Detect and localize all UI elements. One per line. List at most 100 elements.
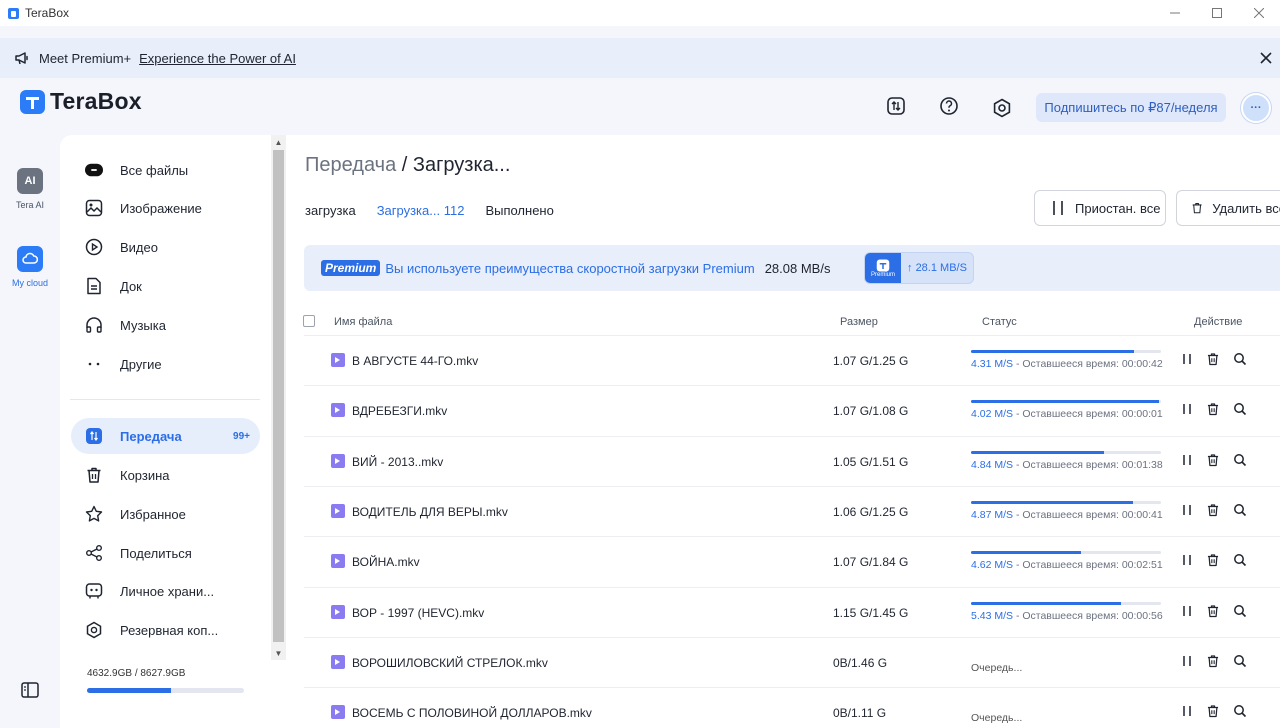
megaphone-icon	[15, 52, 28, 65]
sidebar-item-backup[interactable]: Резервная коп...	[71, 612, 261, 648]
delete-icon[interactable]	[1206, 604, 1220, 618]
table-row[interactable]: ВОРОШИЛОВСКИЙ СТРЕЛОК.mkv 0B/1.46 G Очер…	[304, 636, 1280, 687]
table-row[interactable]: ВДРЕБЕЗГИ.mkv 1.07 G/1.08 G 4.02 M/S - О…	[304, 385, 1280, 435]
sidebar-item-video[interactable]: Видео	[71, 229, 261, 265]
remaining-time: - Оставшееся время: 00:02:51	[1013, 559, 1163, 572]
file-name: ВОЙНА.mkv	[352, 555, 420, 570]
sidebar-item-all-files[interactable]: Все файлы	[71, 152, 261, 188]
pause-icon[interactable]	[1180, 453, 1194, 467]
pause-icon[interactable]	[1180, 654, 1194, 668]
pause-icon[interactable]	[1180, 352, 1194, 366]
banner-close-icon[interactable]	[1258, 50, 1274, 66]
rail-tera-ai[interactable]: AI Tera AI	[0, 168, 60, 210]
locate-search-icon[interactable]	[1233, 704, 1247, 718]
scroll-down-arrow-icon[interactable]: ▼	[271, 646, 286, 660]
breadcrumb-current: Загрузка...	[412, 154, 511, 176]
delete-icon[interactable]	[1206, 402, 1220, 416]
subscribe-button[interactable]: Подпишитесь по ₽87/неделя	[1036, 93, 1226, 122]
file-size: 1.07 G/1.84 G	[833, 555, 909, 570]
sidebar-item-share[interactable]: Поделиться	[71, 535, 261, 571]
pause-all-button[interactable]: Приостан. все	[1034, 190, 1166, 226]
file-size: 1.07 G/1.25 G	[833, 354, 909, 368]
tab-completed[interactable]: Выполнено	[485, 203, 553, 218]
sidebar-item-label: Корзина	[120, 467, 170, 483]
table-row[interactable]: ВОДИТЕЛЬ ДЛЯ ВЕРЫ.mkv 1.06 G/1.25 G 4.87…	[304, 485, 1280, 536]
locate-search-icon[interactable]	[1233, 453, 1247, 467]
image-icon	[85, 199, 103, 217]
scroll-up-arrow-icon[interactable]: ▲	[271, 135, 286, 149]
pause-icon[interactable]	[1180, 553, 1194, 567]
download-speed: 4.84 M/S	[971, 458, 1014, 471]
rail-my-cloud[interactable]: My cloud	[0, 246, 60, 288]
breadcrumb-parent[interactable]: Передача	[305, 154, 396, 176]
sidebar-item-vault[interactable]: Личное храни...	[71, 573, 261, 609]
download-progress-fill	[971, 500, 1133, 504]
delete-icon[interactable]	[1206, 352, 1220, 366]
sidebar-toggle-icon[interactable]	[21, 682, 39, 698]
sidebar-item-favorites[interactable]: Избранное	[71, 496, 261, 532]
pause-icon[interactable]	[1180, 402, 1194, 416]
file-name: ВОСЕМЬ С ПОЛОВИНОЙ ДОЛЛАРОВ.mkv	[352, 706, 592, 721]
delete-all-button[interactable]: Удалить все	[1176, 190, 1280, 226]
locate-search-icon[interactable]	[1233, 352, 1247, 366]
sidebar-item-label: Видео	[120, 239, 158, 255]
delete-icon[interactable]	[1206, 503, 1220, 517]
download-progress-bar	[971, 350, 1161, 353]
locate-search-icon[interactable]	[1233, 654, 1247, 668]
locate-search-icon[interactable]	[1233, 402, 1247, 416]
remaining-time: - Оставшееся время: 00:01:38	[1013, 458, 1163, 471]
banner-link[interactable]: Experience the Power of AI	[139, 51, 296, 66]
sidebar-item-other[interactable]: Другие	[71, 346, 261, 382]
vault-icon	[85, 582, 103, 600]
help-icon[interactable]	[939, 96, 959, 116]
delete-icon[interactable]	[1206, 654, 1220, 668]
minimize-button[interactable]	[1154, 0, 1196, 26]
download-progress-bar	[971, 450, 1161, 454]
select-all-checkbox[interactable]	[303, 315, 315, 327]
delete-icon[interactable]	[1206, 704, 1220, 718]
scroll-thumb[interactable]	[273, 150, 284, 642]
avatar[interactable]: ···	[1241, 93, 1271, 123]
delete-icon[interactable]	[1206, 553, 1220, 567]
transfer-count-badge: 99+	[233, 430, 250, 442]
locate-search-icon[interactable]	[1233, 503, 1247, 517]
terabox-logo[interactable]: TeraBox	[19, 88, 142, 115]
sidebar-scrollbar[interactable]: ▲ ▼	[271, 135, 286, 660]
table-row[interactable]: ВОР - 1997 (HEVC).mkv 1.15 G/1.45 G 5.43…	[304, 586, 1280, 637]
table-row[interactable]: В АВГУСТЕ 44-ГО.mkv 1.07 G/1.25 G 4.31 M…	[304, 335, 1280, 385]
cloud-icon	[17, 246, 43, 272]
sidebar-item-images[interactable]: Изображение	[71, 190, 261, 226]
tab-downloading[interactable]: Загрузка... 112	[377, 203, 465, 218]
table-row[interactable]: ВОСЕМЬ С ПОЛОВИНОЙ ДОЛЛАРОВ.mkv 0B/1.11 …	[304, 687, 1280, 728]
sidebar-item-music[interactable]: Музыка	[71, 307, 261, 343]
storage-progress-bar	[87, 688, 244, 693]
maximize-button[interactable]	[1196, 0, 1238, 26]
trash-icon	[1192, 203, 1202, 214]
sidebar-item-transfer[interactable]: Передача 99+	[71, 418, 260, 454]
table-row[interactable]: ВОЙНА.mkv 1.07 G/1.84 G 4.62 M/S - Остав…	[304, 536, 1280, 586]
premium-speed-text: Вы используете преимущества скоростной з…	[385, 260, 755, 276]
sidebar-item-trash[interactable]: Корзина	[71, 457, 261, 493]
pause-icon[interactable]	[1180, 503, 1194, 517]
total-speed: 28.08 MB/s	[764, 260, 831, 276]
speed-pill[interactable]: Premium ↑ 28.1 MB/S	[864, 252, 974, 284]
delete-icon[interactable]	[1206, 453, 1220, 467]
headphones-icon	[85, 316, 103, 334]
sidebar-item-docs[interactable]: Док	[71, 268, 261, 304]
transfer-header-icon[interactable]	[886, 96, 906, 116]
sidebar-item-label: Поделиться	[120, 545, 192, 561]
banner-text: Meet Premium+	[39, 50, 132, 66]
pause-icon[interactable]	[1180, 704, 1194, 718]
settings-icon[interactable]	[992, 98, 1012, 118]
table-row[interactable]: ВИЙ - 2013..mkv 1.05 G/1.51 G 4.84 M/S -…	[304, 435, 1280, 486]
download-speed: 4.02 M/S	[971, 408, 1014, 421]
column-name[interactable]: Имя файла	[334, 316, 392, 328]
column-size[interactable]: Размер	[840, 316, 878, 328]
pause-icon[interactable]	[1180, 604, 1194, 618]
queue-status: Очередь...	[971, 712, 1023, 725]
breadcrumb-separator: /	[396, 154, 413, 176]
close-window-button[interactable]	[1238, 0, 1280, 26]
locate-search-icon[interactable]	[1233, 553, 1247, 567]
locate-search-icon[interactable]	[1233, 604, 1247, 618]
tab-upload[interactable]: загрузка	[305, 203, 356, 218]
